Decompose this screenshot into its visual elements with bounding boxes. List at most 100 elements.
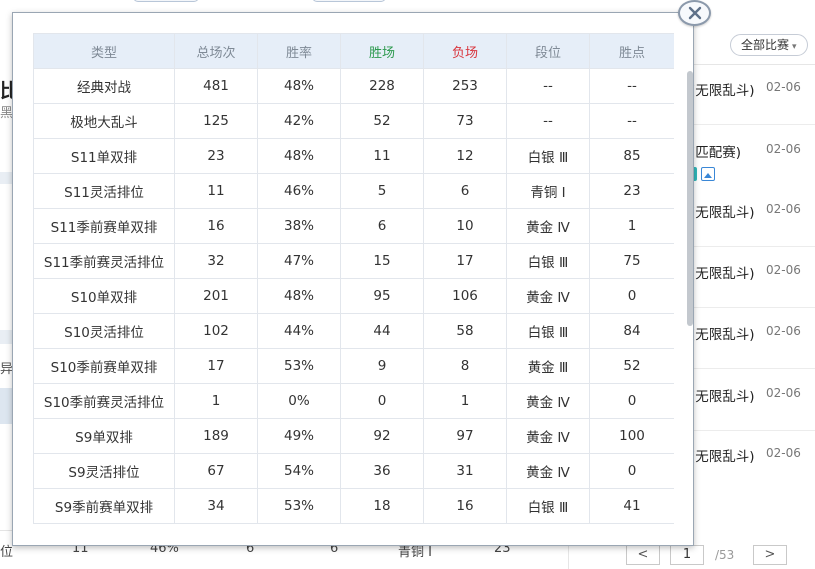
match-date: 02-06: [766, 446, 801, 460]
cell-type: 极地大乱斗: [33, 103, 175, 139]
cell-wins: 44: [340, 313, 424, 349]
divider: [690, 368, 815, 369]
cell-points: 85: [589, 138, 674, 174]
match-date: 02-06: [766, 80, 801, 94]
cell-winrate: 53%: [257, 348, 341, 384]
page-number-input[interactable]: 1: [670, 545, 704, 565]
cell-losses: 17: [423, 243, 507, 279]
cell-rank: 黄金 Ⅳ: [506, 383, 590, 419]
column-header-wins: 胜场: [340, 33, 424, 69]
cell-rank: 黄金 Ⅳ: [506, 418, 590, 454]
close-button[interactable]: [678, 0, 711, 26]
cell-total: 17: [174, 348, 258, 384]
cell-winrate: 54%: [257, 453, 341, 489]
match-date: 02-06: [766, 324, 801, 338]
column-header-points: 胜点: [589, 33, 674, 69]
cell-losses: 16: [423, 488, 507, 524]
column-header-total: 总场次: [174, 33, 258, 69]
cell-total: 1: [174, 383, 258, 419]
cell-total: 125: [174, 103, 258, 139]
table-row: 极地大乱斗 125 42% 52 73 -- --: [33, 103, 674, 139]
cell-points: 84: [589, 313, 674, 349]
cell-rank: 黄金 Ⅳ: [506, 208, 590, 244]
divider: [693, 64, 815, 65]
cell-type: S10季前赛灵活排位: [33, 383, 175, 419]
match-date: 02-06: [766, 386, 801, 400]
table-row: S11季前赛单双排 16 38% 6 10 黄金 Ⅳ1: [33, 208, 674, 244]
table-row: S11单双排 23 48% 11 12 白银 Ⅲ 85: [33, 138, 674, 174]
cell-points: 0: [589, 278, 674, 314]
cell-losses: 1: [423, 383, 507, 419]
match-type: (无限乱斗): [690, 449, 755, 465]
column-header-winrate: 胜率: [257, 33, 341, 69]
column-header-losses: 负场: [423, 33, 507, 69]
stats-table: 类型 总场次 胜率 胜场 负场 段位 胜点 经典对战 481 48% 228 253 --…: [33, 33, 674, 524]
divider: [690, 246, 815, 247]
cell-total: 16: [174, 208, 258, 244]
next-page-button[interactable]: >: [753, 545, 787, 565]
top-tab-button[interactable]: [133, 0, 199, 2]
cell-total: 201: [174, 278, 258, 314]
cell-wins: 92: [340, 418, 424, 454]
table-header-row: 类型 总场次 胜率 胜场 负场 段位 胜点: [33, 33, 674, 69]
cell-points: 100: [589, 418, 674, 454]
cell-winrate: 44%: [257, 313, 341, 349]
table-row: S10单双排 201 48% 95 106 黄金 Ⅳ0: [33, 278, 674, 314]
table-row: S11季前赛灵活排位 32 47% 15 17 白银 Ⅲ 75: [33, 243, 674, 279]
cell-type: S10单双排: [33, 278, 175, 314]
cell-losses: 8: [423, 348, 507, 384]
cell-winrate: 48%: [257, 138, 341, 174]
stats-table-container: 类型 总场次 胜率 胜场 负场 段位 胜点 经典对战 481 48% 228 253 --…: [33, 33, 674, 526]
cell-losses: 6: [423, 173, 507, 209]
cell-wins: 228: [340, 68, 424, 104]
cell-losses: 12: [423, 138, 507, 174]
match-filter-dropdown[interactable]: 全部比赛 ▾: [730, 34, 808, 56]
cell-points: 23: [589, 173, 674, 209]
cell-total: 34: [174, 488, 258, 524]
cell-losses: 31: [423, 453, 507, 489]
match-type: (匹配赛): [690, 145, 742, 161]
cell-rank: 白银 Ⅲ: [506, 243, 590, 279]
match-date: 02-06: [766, 142, 801, 156]
top-tab-button[interactable]: [312, 0, 386, 2]
cell-winrate: 47%: [257, 243, 341, 279]
cell-wins: 11: [340, 138, 424, 174]
image-icon[interactable]: [701, 166, 715, 181]
match-type: (无限乱斗): [690, 327, 755, 343]
table-row: S10季前赛单双排 17 53% 9 8 黄金 Ⅲ 52: [33, 348, 674, 384]
page-total: /53: [715, 548, 735, 562]
table-body: 经典对战 481 48% 228 253 -- -- 极地大乱斗 125 42% 52 73 -- -- S…: [33, 68, 674, 524]
cell-points: --: [589, 103, 674, 139]
match-type: (无限乱斗): [690, 205, 755, 221]
cell-winrate: 0%: [257, 383, 341, 419]
table-row: S9季前赛单双排 34 53% 18 16 白银 Ⅲ 41: [33, 488, 674, 524]
table-row: S10灵活排位 102 44% 44 58 白银 Ⅲ 84: [33, 313, 674, 349]
divider: [690, 430, 815, 431]
scrollbar-thumb[interactable]: [687, 71, 693, 326]
cell-winrate: 42%: [257, 103, 341, 139]
cell-type: S9灵活排位: [33, 453, 175, 489]
table-row: S10季前赛灵活排位 1 0% 0 1 黄金 Ⅳ0: [33, 383, 674, 419]
cell-wins: 9: [340, 348, 424, 384]
cell-winrate: 48%: [257, 278, 341, 314]
cell-losses: 97: [423, 418, 507, 454]
cell-type: S9季前赛单双排: [33, 488, 175, 524]
left-strip: [0, 330, 12, 344]
cell-wins: 0: [340, 383, 424, 419]
table-row: S11灵活排位 11 46% 5 6 青铜 Ⅰ 23: [33, 173, 674, 209]
close-icon: [688, 6, 701, 20]
cell-points: 52: [589, 348, 674, 384]
cell-points: 41: [589, 488, 674, 524]
match-date: 02-06: [766, 263, 801, 277]
cell-points: 0: [589, 453, 674, 489]
cell-rank: 黄金 Ⅳ: [506, 453, 590, 489]
cell-type: 经典对战: [33, 68, 175, 104]
chevron-down-icon: ▾: [792, 42, 797, 52]
cell-losses: 58: [423, 313, 507, 349]
ranked-stats-modal: 类型 总场次 胜率 胜场 负场 段位 胜点 经典对战 481 48% 228 253 --…: [12, 12, 694, 546]
match-type: (无限乱斗): [690, 266, 755, 282]
cell-total: 67: [174, 453, 258, 489]
prev-page-button[interactable]: <: [626, 545, 660, 565]
cell-winrate: 48%: [257, 68, 341, 104]
cell-total: 481: [174, 68, 258, 104]
